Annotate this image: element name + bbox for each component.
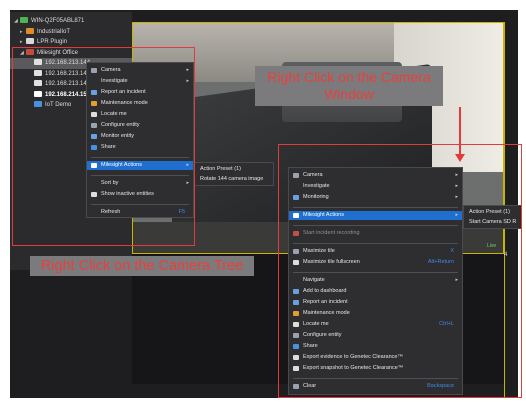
callout-arrow-icon (455, 107, 465, 162)
screenshot: ◢ WIN-Q2F05ABL871 ▸ IndustrialIoT ▸ LPR Plugi… (0, 0, 526, 406)
